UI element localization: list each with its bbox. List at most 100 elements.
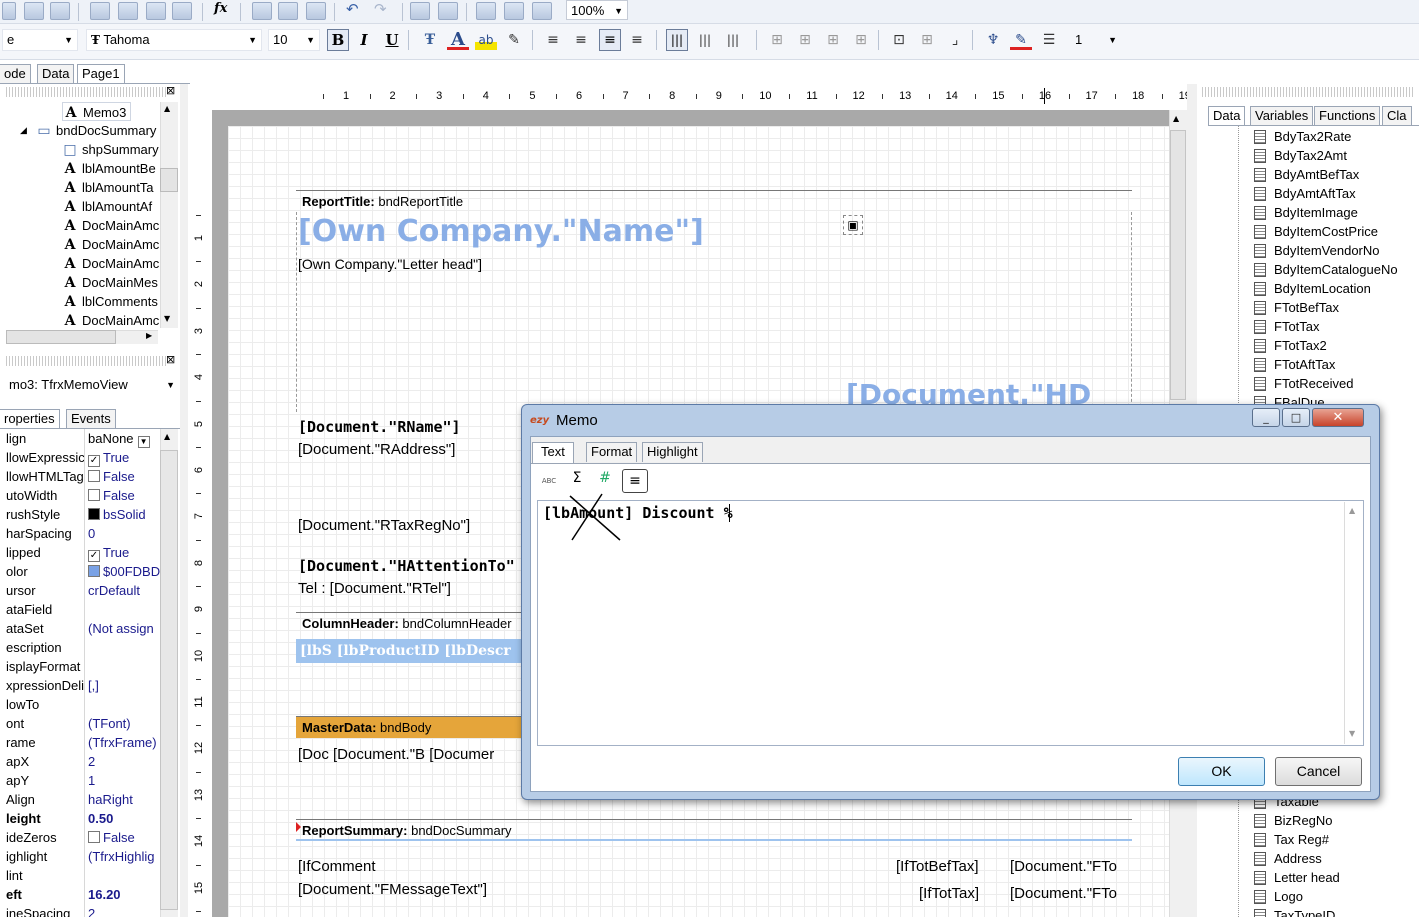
iftottax-memo[interactable]: [IfTotTax] <box>919 885 979 902</box>
property-value[interactable]: haRight <box>88 790 160 809</box>
property-value[interactable]: 2 <box>88 752 160 771</box>
data-field-item[interactable]: Letter head <box>1254 868 1340 887</box>
rtaxregno-memo[interactable]: [Document."RTaxRegNo"] <box>298 517 470 534</box>
grid-icon[interactable] <box>118 2 138 20</box>
frame-bottom-icon[interactable]: ⊞ <box>794 30 816 50</box>
copy-icon[interactable] <box>278 2 298 20</box>
tab-text[interactable]: Text <box>532 442 574 464</box>
tab-highlight[interactable]: Highlight <box>642 442 703 462</box>
band-report-title-header[interactable]: ReportTitle: bndReportTitle <box>296 190 1132 212</box>
workspace-scroll-thumb[interactable] <box>1170 130 1186 400</box>
property-value[interactable] <box>88 695 160 714</box>
data-field-item[interactable]: Address <box>1254 849 1322 868</box>
rtel-memo[interactable]: Tel : [Document."RTel"] <box>298 580 451 597</box>
tab-properties[interactable]: roperties <box>0 409 60 429</box>
ftotal-memo-1[interactable]: [Document."FTo <box>1010 858 1130 875</box>
new-report-icon[interactable] <box>2 2 16 20</box>
property-value[interactable]: (Not assign <box>88 619 160 638</box>
unchecked-checkbox[interactable] <box>88 831 100 843</box>
property-value[interactable]: $00FDBD <box>88 562 160 581</box>
checked-checkbox[interactable]: ✓ <box>88 455 100 467</box>
property-value[interactable]: False <box>88 486 160 505</box>
scroll-up-icon[interactable]: ▲ <box>1173 114 1179 123</box>
tree-item[interactable]: ▭ bndDocSummary <box>36 121 156 140</box>
frame-style-icon[interactable]: ☰ <box>1038 30 1060 50</box>
fmessage-memo[interactable]: [Document."FMessageText"] <box>298 881 487 898</box>
tab-page1[interactable]: Page1 <box>77 64 125 84</box>
raddress-memo[interactable]: [Document."RAddress"] <box>298 441 455 458</box>
data-field-item[interactable]: BizRegNo <box>1254 811 1333 830</box>
page-icon[interactable] <box>90 2 110 20</box>
property-value[interactable]: 0.50 <box>88 809 160 828</box>
dropdown-button[interactable]: ▼ <box>137 436 150 448</box>
font-size-combo[interactable]: 10 ▼ <box>268 29 320 51</box>
tree-scroll-thumb[interactable] <box>160 168 178 192</box>
data-field-item[interactable]: FTotBefTax <box>1254 298 1339 317</box>
font-name-combo[interactable]: Ŧ Tahoma ▼ <box>86 29 262 51</box>
property-value[interactable] <box>88 657 160 676</box>
master-data-fields[interactable]: [Doc [Document."B [Documer <box>298 746 526 763</box>
band-master-data[interactable]: MasterData: bndBody <box>296 716 528 738</box>
if-comment-memo[interactable]: [IfComment <box>298 858 376 875</box>
property-value[interactable]: (TfrxFrame) <box>88 733 160 752</box>
close-icon[interactable]: ⊠ <box>166 84 175 97</box>
undo-icon[interactable]: ↶ <box>346 0 359 18</box>
data-field-item[interactable]: TaxTypeID <box>1254 906 1335 917</box>
tree-item[interactable]: A Memo3 <box>62 102 132 121</box>
zoom-combo[interactable]: 100% ▼ <box>566 0 628 20</box>
ungroup-icon[interactable] <box>438 2 458 20</box>
valign-bottom-icon[interactable]: ||| <box>722 30 744 50</box>
property-value[interactable]: False <box>88 828 160 847</box>
tree-item[interactable]: A DocMainAmc <box>62 216 160 235</box>
rname-memo[interactable]: [Document."RName"] <box>298 418 461 436</box>
property-value[interactable]: baNone ▼ <box>88 429 160 448</box>
font-dialog-icon[interactable]: Ŧ <box>419 30 441 50</box>
property-value[interactable]: bsSolid <box>88 505 160 524</box>
property-value[interactable]: 1 <box>88 771 160 790</box>
memo-vertical-scrollbar[interactable] <box>1344 502 1362 744</box>
align-right-icon[interactable]: ≡ <box>599 29 621 51</box>
scroll-up-icon[interactable]: ▲ <box>1349 506 1355 515</box>
page-settings-icon[interactable] <box>146 2 166 20</box>
close-icon[interactable]: ⊠ <box>166 353 175 366</box>
property-value[interactable]: 0 <box>88 524 160 543</box>
align-grid-icon[interactable] <box>504 2 524 20</box>
memo-text-area[interactable] <box>537 500 1364 746</box>
tree-item[interactable]: AlblAmountAf <box>62 197 153 216</box>
paste-icon[interactable] <box>306 2 326 20</box>
frame-all-icon[interactable]: ⊡ <box>888 30 910 50</box>
property-value[interactable]: crDefault <box>88 581 160 600</box>
data-field-item[interactable]: BdyItemCostPrice <box>1254 222 1378 241</box>
ok-button[interactable]: OK <box>1178 757 1265 786</box>
font-color-icon[interactable]: A <box>447 30 469 50</box>
checked-checkbox[interactable]: ✓ <box>88 550 100 562</box>
property-value[interactable]: ✓ True <box>88 543 160 562</box>
tree-item[interactable]: AlblAmountTa <box>62 178 154 197</box>
company-name-memo[interactable]: [Own Company."Name"] <box>298 214 704 249</box>
align-left-icon[interactable]: ≡ <box>542 30 564 50</box>
tree-item[interactable]: A DocMainAmc <box>62 235 160 254</box>
property-value[interactable]: [,] <box>88 676 160 695</box>
tree-vertical-scrollbar[interactable] <box>160 102 178 328</box>
unchecked-checkbox[interactable] <box>88 470 100 482</box>
tree-item[interactable]: AlblAmountBe <box>62 159 156 178</box>
scroll-down-icon[interactable]: ▼ <box>164 314 170 323</box>
valign-top-icon[interactable]: ||| <box>666 29 688 51</box>
tab-classes[interactable]: Cla <box>1382 106 1412 126</box>
column-header-fields[interactable]: [lbS [lbProductID [lbDescr <box>296 639 528 663</box>
tab-variables[interactable]: Variables <box>1250 106 1314 126</box>
property-value[interactable]: 16.20 <box>88 885 160 904</box>
tab-data[interactable]: Data <box>37 64 75 84</box>
data-field-item[interactable]: BdyItemImage <box>1254 203 1358 222</box>
tab-format[interactable]: Format <box>586 442 638 462</box>
fit-grid-icon[interactable] <box>532 2 552 20</box>
tree-item[interactable]: A DocMainAmc <box>62 254 160 273</box>
frame-left-icon[interactable]: ⊞ <box>822 30 844 50</box>
frame-none-icon[interactable]: ⊞ <box>916 30 938 50</box>
cut-icon[interactable] <box>252 2 272 20</box>
data-field-item[interactable]: BdyItemVendorNo <box>1254 241 1380 260</box>
data-field-item[interactable]: FTotTax <box>1254 317 1320 336</box>
hattention-memo[interactable]: [Document."HAttentionTo" <box>298 557 515 575</box>
tree-item[interactable]: A DocMainAmc <box>62 311 160 330</box>
word-wrap-icon[interactable]: ≡ <box>622 469 648 493</box>
